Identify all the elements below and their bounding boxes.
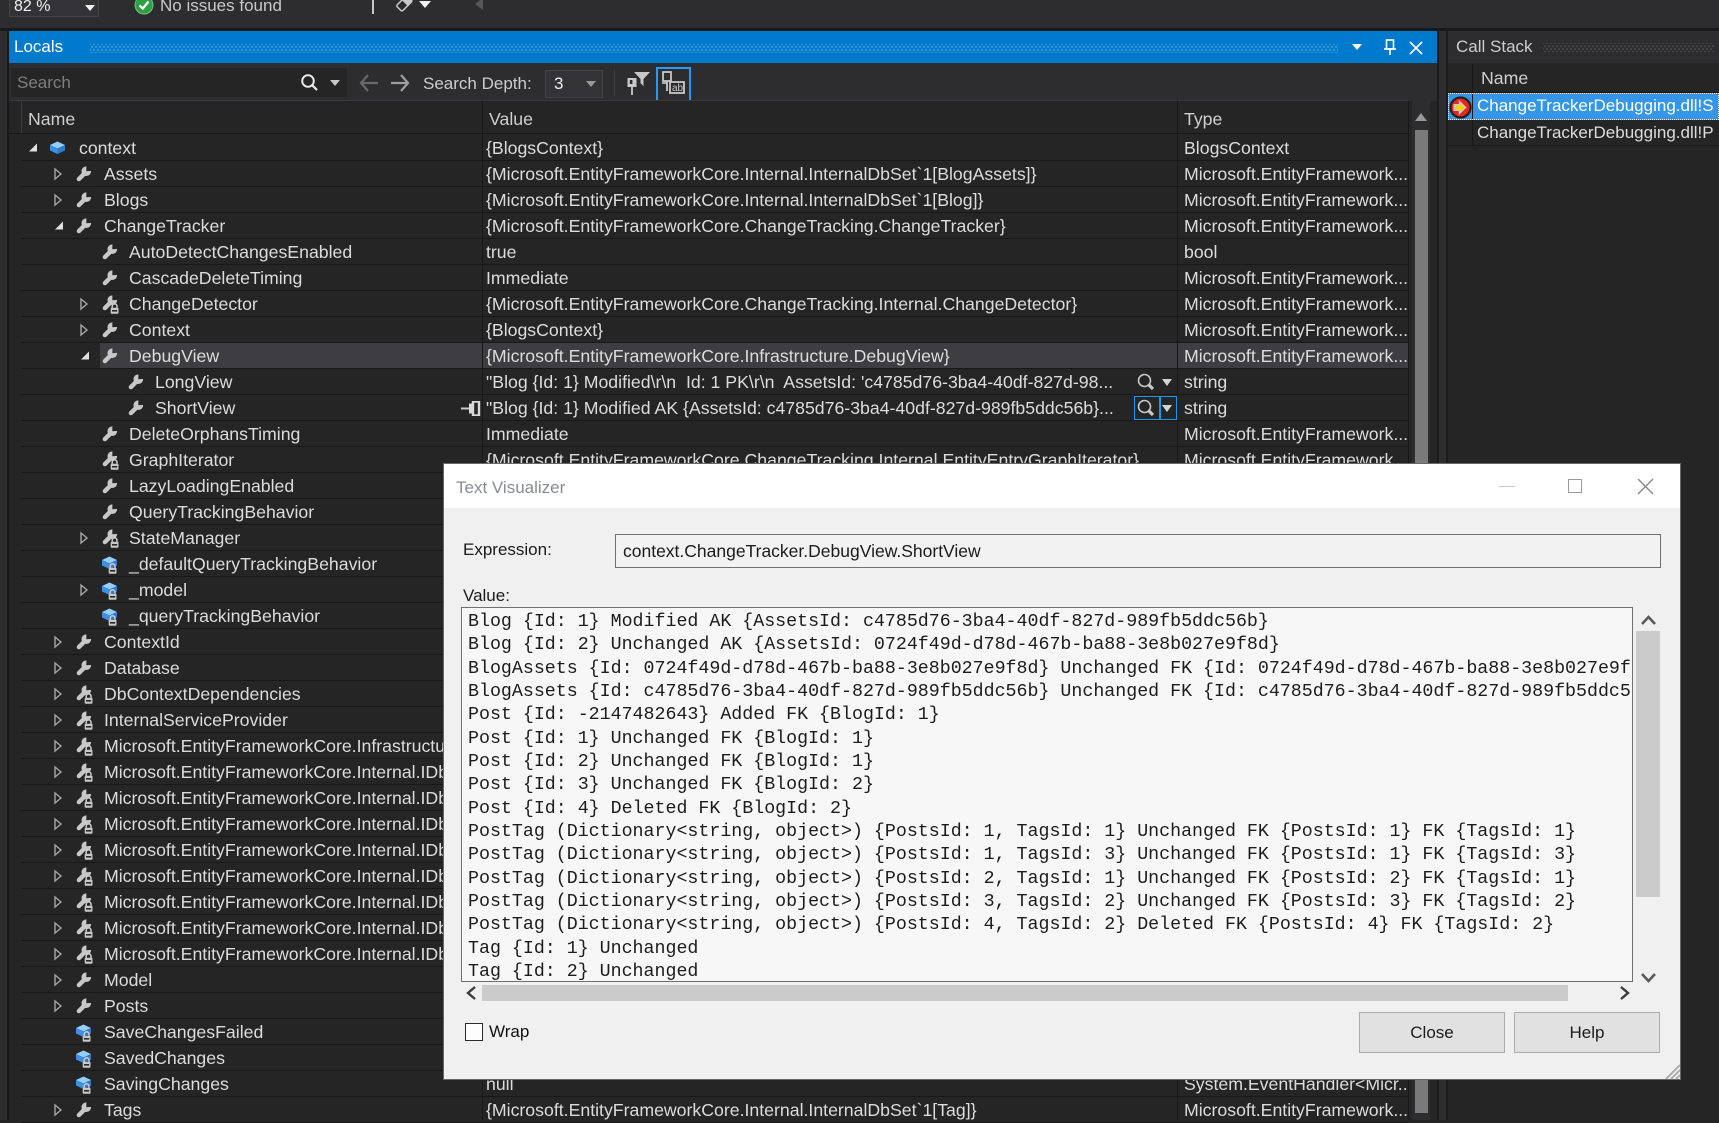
- svg-text:ab: ab: [672, 83, 684, 94]
